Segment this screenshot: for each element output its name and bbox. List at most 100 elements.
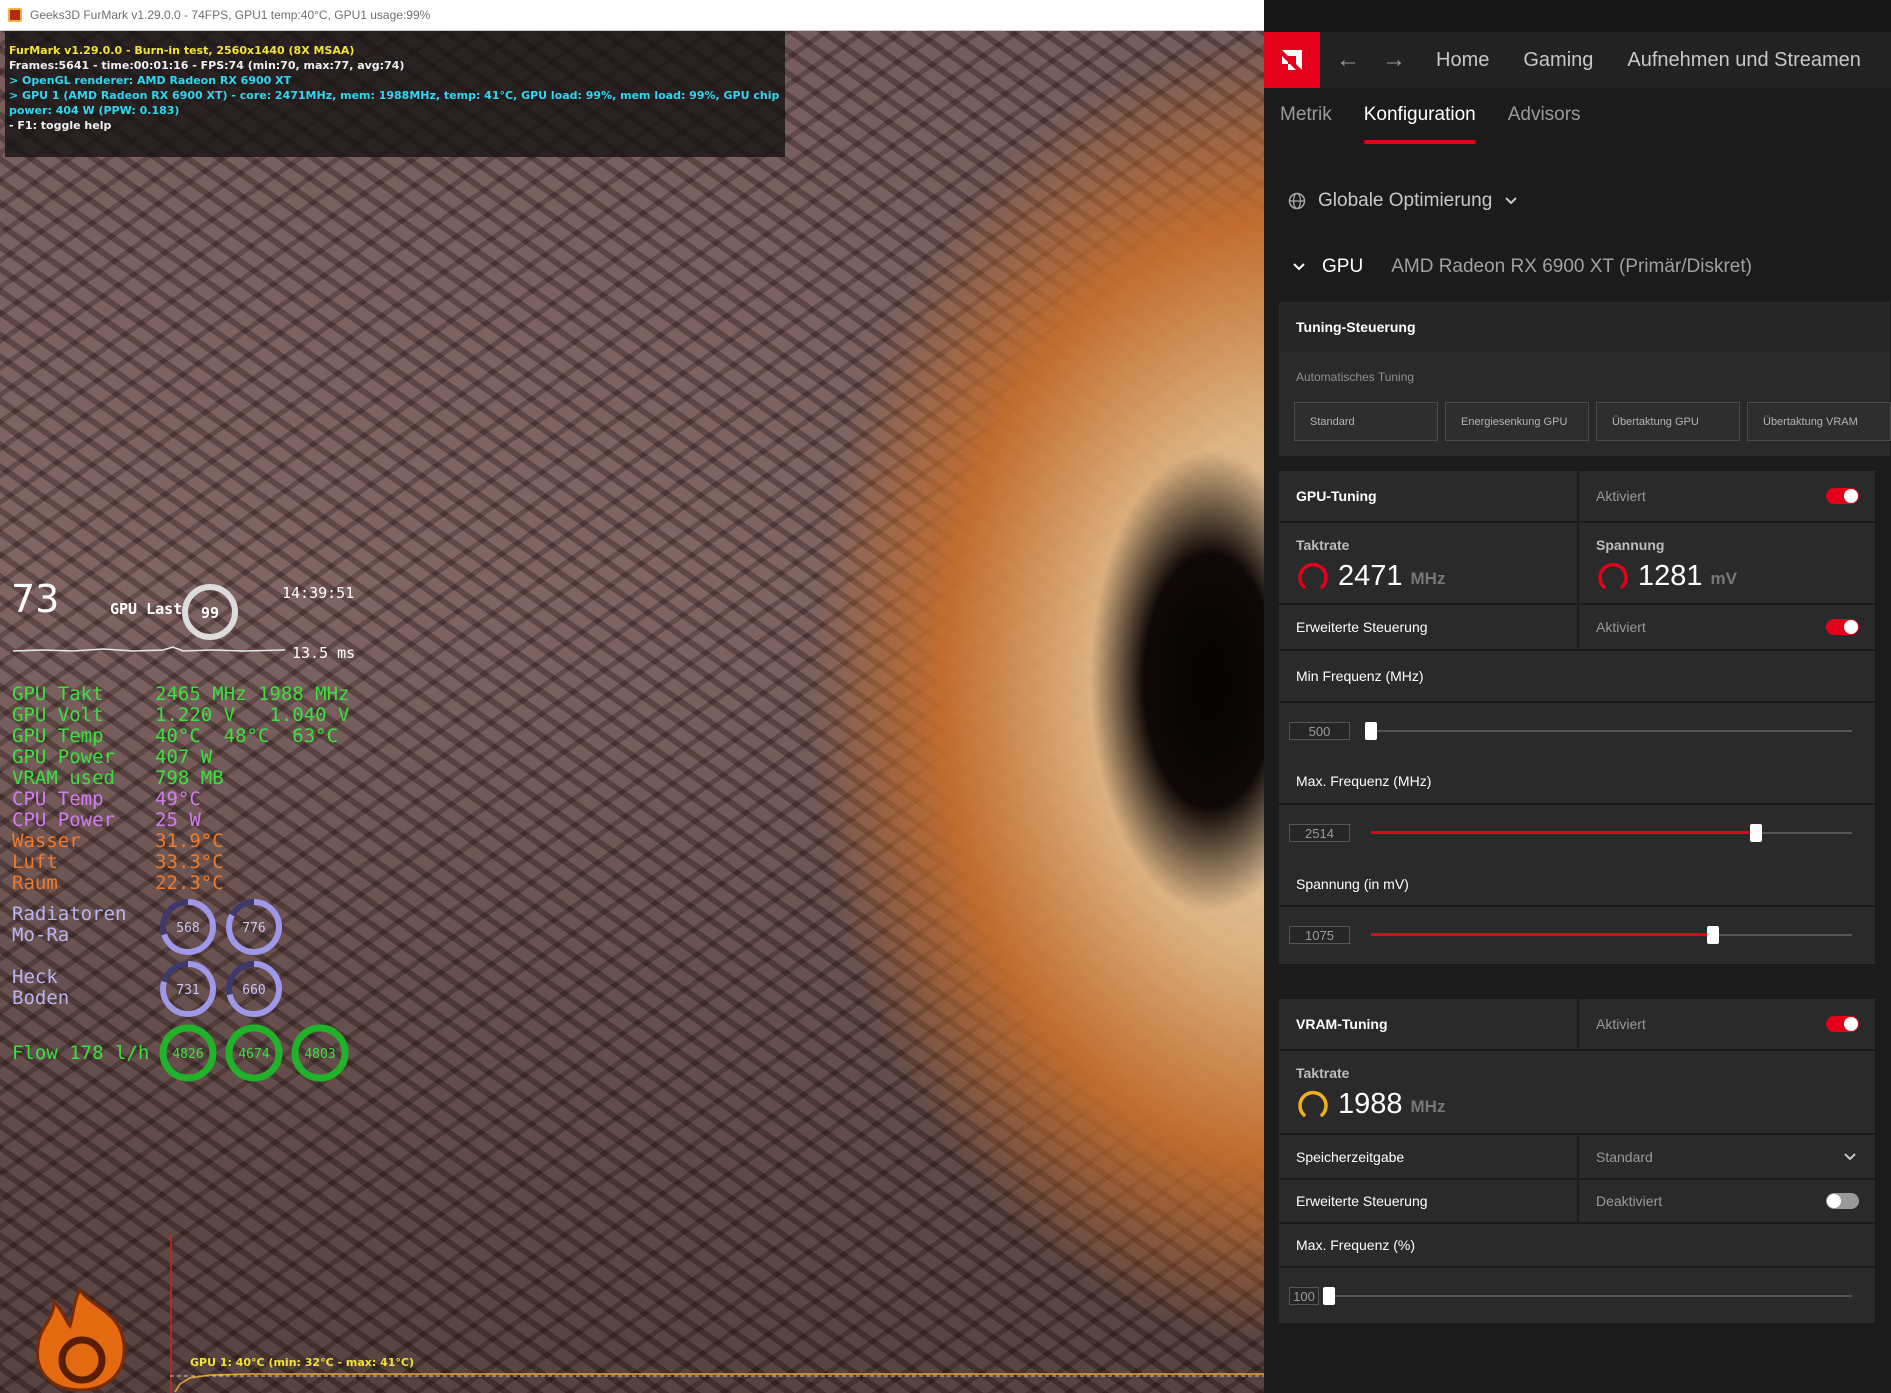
vram-tuning-toggle[interactable] [1826,1016,1859,1032]
boden-label: Boden [12,987,70,1009]
osd-row-label: GPU Temp [12,725,104,747]
tab-metrics[interactable]: Metrik [1280,104,1332,144]
osd-row-label: GPU Takt [12,683,104,705]
voltage-input[interactable]: 1075 [1289,926,1350,944]
nav-home[interactable]: Home [1436,49,1489,72]
osd-row: GPU Volt 1.220 V 1.040 V [12,705,349,726]
memory-timing-label: Speicherzeitgabe [1296,1148,1405,1165]
osd-heck-boden-labels: Heck Boden [12,967,69,1009]
osd-row: Wasser 31.9°C [12,831,349,852]
radiator-fan-gauge-2: 776 [226,899,282,955]
info-line-frames: Frames:5641 - time:00:01:16 - FPS:74 (mi… [9,59,405,72]
memory-timing-row: Speicherzeitgabe Standard [1279,1135,1875,1178]
osd-row-label: Raum [12,872,58,894]
max-freq-input[interactable]: 2514 [1289,824,1350,842]
gauge-value: 4826 [172,1047,203,1062]
voltage-label-row: Spannung (in mV) [1279,862,1875,905]
preset-undervolt-button[interactable]: Energiesenkung GPU [1445,402,1589,441]
preset-overclock-vram-button[interactable]: Übertaktung VRAM [1747,402,1891,441]
heck-label: Heck [12,966,58,988]
gauge-value: 4674 [238,1047,269,1062]
tab-advisors[interactable]: Advisors [1508,104,1581,144]
chevron-down-icon [1844,1152,1856,1160]
max-freq-slider-row: 2514 [1279,805,1875,862]
voltage-slider-thumb[interactable] [1706,926,1719,944]
osd-row-value: 49°C [155,788,201,810]
vram-max-freq-slider-track [1329,1295,1852,1297]
osd-row-value: 2465 MHz 1988 MHz [155,683,350,705]
vram-max-freq-slider-row: 100 [1279,1268,1875,1323]
osd-flow-label: Flow 178 l/h [12,1042,150,1064]
osd-row: Luft 33.3°C [12,852,349,873]
nav-gaming[interactable]: Gaming [1523,49,1593,72]
gpu-tuning-toggle[interactable] [1826,488,1859,504]
osd-radiator-labels: Radiatoren Mo-Ra [12,904,126,946]
vram-max-freq-input[interactable]: 100 [1289,1287,1319,1305]
adrenalin-window: ← → Home Gaming Aufnehmen und Streamen M… [1264,0,1891,1393]
osd-fps: 73 [11,577,60,621]
gpu-advanced-state: Aktiviert [1596,619,1646,635]
osd-row-value: 22.3°C [155,872,224,894]
furmark-flame-logo-icon [36,1287,126,1391]
arrow-right-icon[interactable]: → [1366,32,1422,88]
vram-advanced-toggle[interactable] [1826,1193,1859,1209]
vram-advanced-label: Erweiterte Steuerung [1296,1193,1428,1209]
voltage-slider-row: 1075 [1279,907,1875,964]
min-freq-input[interactable]: 500 [1289,722,1350,740]
gauge-value: 776 [242,921,265,936]
gpu-voltage-label: Spannung [1596,537,1665,553]
adrenalin-title-strip [1264,0,1891,32]
osd-row-label: Wasser [12,830,81,852]
amd-logo-icon[interactable] [1264,32,1320,88]
gpu-name: AMD Radeon RX 6900 XT (Primär/Diskret) [1391,256,1752,277]
nav-streaming[interactable]: Aufnehmen und Streamen [1627,49,1861,72]
chevron-down-icon [1293,263,1305,271]
gpu-advanced-state-cell: Aktiviert [1577,605,1875,649]
mora-label: Mo-Ra [12,924,70,946]
memory-timing-dropdown[interactable]: Standard [1577,1135,1875,1178]
gpu-voltage-unit: mV [1710,569,1737,588]
graph-temp-curve [174,1373,1264,1393]
osd-row-value: 31.9°C [155,830,224,852]
min-freq-slider-thumb[interactable] [1365,722,1377,740]
osd-row-value: 798 MB [155,767,224,789]
furmark-titlebar[interactable]: Geeks3D FurMark v1.29.0.0 - 74FPS, GPU1 … [0,0,1264,31]
max-freq-slider-thumb[interactable] [1749,824,1762,842]
furmark-temperature-graph [170,1234,1264,1393]
vram-max-freq-slider-thumb[interactable] [1323,1287,1335,1305]
boden-fan-gauge: 660 [226,961,282,1017]
amd-arrow-logo [1282,50,1302,70]
pump-gauge-1: 4826 [159,1024,217,1082]
max-freq-slider-fill [1371,831,1756,834]
osd-sensor-table: GPU Takt 2465 MHz 1988 MHz GPU Volt 1.220 … [12,684,349,894]
vram-metrics-row: Taktrate 1988 MHz [1279,1051,1875,1133]
min-freq-label-row: Min Frequenz (MHz) [1279,651,1875,701]
gpu-clock-gauge-icon [1298,562,1328,589]
osd-row: GPU Temp 40°C 48°C 63°C [12,726,349,747]
preset-overclock-gpu-button[interactable]: Übertaktung GPU [1596,402,1740,441]
preset-standard-button[interactable]: Standard [1294,402,1438,441]
gpu-label: GPU [1322,256,1364,277]
gpu-advanced-toggle[interactable] [1826,619,1859,635]
gpu-clock-value: 2471 [1338,559,1403,592]
tab-configuration[interactable]: Konfiguration [1363,104,1476,144]
vram-advanced-state: Deaktiviert [1596,1193,1663,1209]
voltage-slider-label: Spannung (in mV) [1296,875,1409,892]
auto-tuning-presets: Standard Energiesenkung GPU Übertaktung … [1294,402,1891,441]
osd-row: GPU Power 407 W [12,747,349,768]
furmark-info-panel: FurMark v1.29.0.0 - Burn-in test, 2560x1… [5,31,785,157]
gpu-voltage-metric: Spannung 1281 mV [1577,523,1875,603]
vram-clock-gauge-icon [1298,1090,1328,1117]
gpu-selector[interactable]: GPU AMD Radeon RX 6900 XT (Primär/Diskre… [1292,256,1752,278]
vram-advanced-state-cell: Deaktiviert [1577,1180,1875,1222]
vram-tuning-label: VRAM-Tuning [1296,1016,1388,1032]
osd-row-label: CPU Power [12,809,115,831]
gpu-clock-unit: MHz [1410,569,1446,588]
osd-gpu-last-label: GPU Last [110,600,183,618]
scope-dropdown[interactable]: Globale Optimierung [1288,190,1530,212]
voltage-slider-fill [1371,933,1713,936]
osd-row: Raum 22.3°C [12,873,349,894]
osd-row-value: 33.3°C [155,851,224,873]
gauge-value: 568 [176,921,199,936]
gpu-advanced-label: Erweiterte Steuerung [1296,619,1428,635]
